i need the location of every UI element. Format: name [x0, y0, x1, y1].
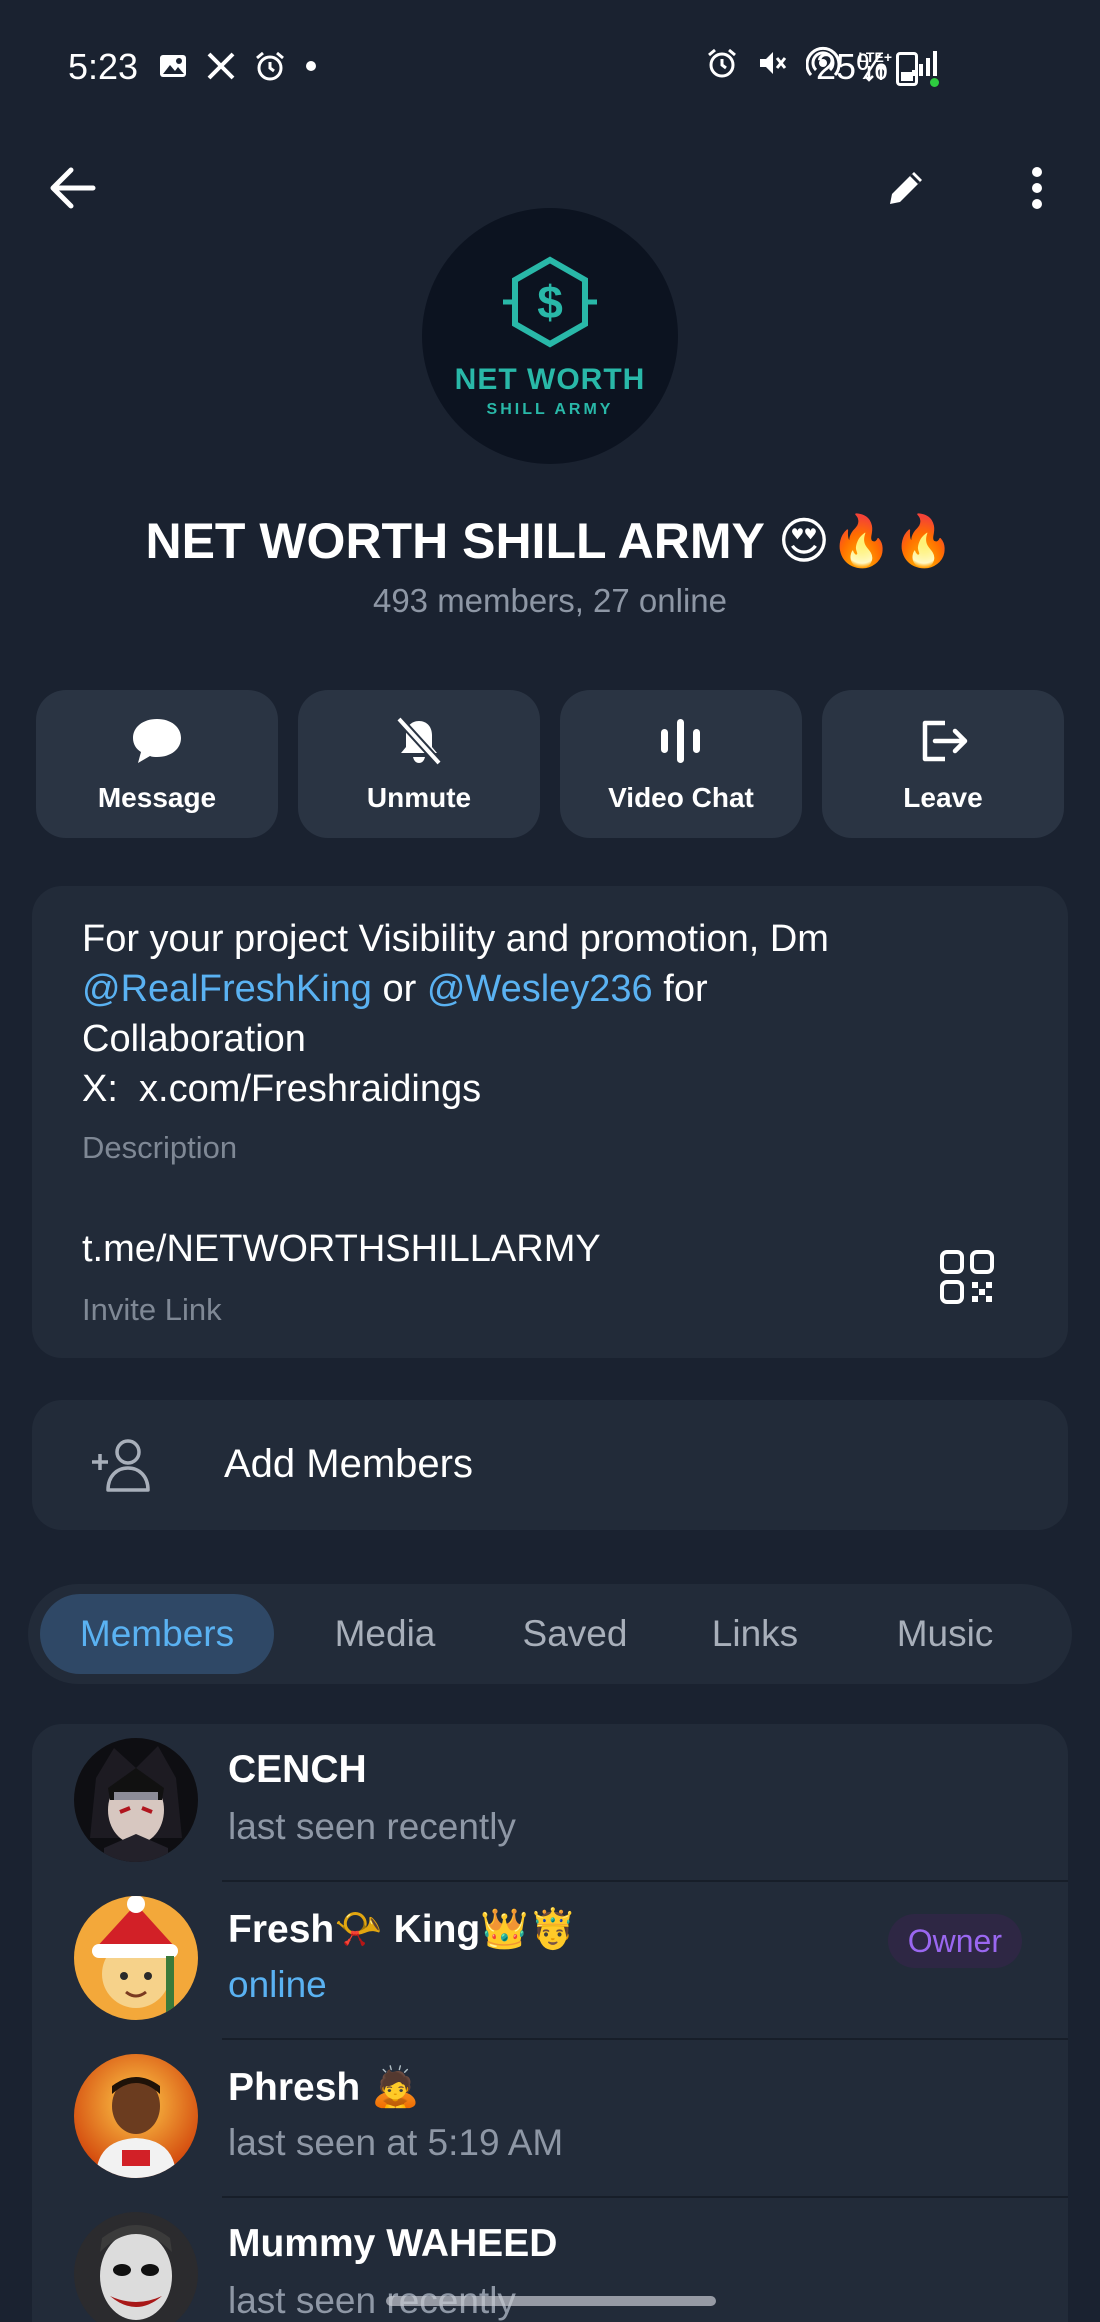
logout-icon	[915, 715, 971, 772]
add-members-button[interactable]: Add Members	[32, 1400, 1068, 1530]
tab-media[interactable]: Media	[300, 1594, 470, 1674]
add-user-icon	[88, 1436, 156, 1499]
avatar	[74, 2054, 198, 2178]
message-button[interactable]: Message	[36, 690, 278, 838]
group-description[interactable]: For your project Visibility and promotio…	[82, 914, 1042, 1114]
description-caption: Description	[82, 1130, 238, 1165]
chat-bubble-icon	[129, 715, 185, 772]
mention-wesley236[interactable]: @Wesley236	[427, 968, 653, 1010]
alarm-icon	[706, 47, 738, 84]
tab-links[interactable]: Links	[680, 1594, 830, 1674]
group-title: NET WORTH SHILL ARMY 😍🔥🔥	[145, 513, 955, 569]
unmute-label: Unmute	[366, 781, 472, 813]
description-line-1: For your project Visibility and promotio…	[82, 918, 829, 960]
member-status: last seen at 5:19 AM	[228, 2122, 564, 2163]
member-name: Fresh📯 King👑🤴	[228, 1908, 578, 1951]
description-line-3: Collaboration	[82, 1018, 306, 1060]
status-left-icons	[158, 50, 318, 87]
status-time: 5:23	[68, 46, 139, 87]
status-bar: 5:23 LTE+ 25%	[0, 0, 1100, 140]
more-vertical-icon	[1030, 166, 1044, 215]
member-row[interactable]: Fresh📯 King👑🤴 online Owner	[32, 1882, 1068, 2040]
add-members-label: Add Members	[224, 1442, 473, 1486]
member-name: Phresh 🙇	[228, 2066, 420, 2109]
battery-percent: 25%	[816, 46, 889, 87]
gallery-icon	[158, 51, 188, 86]
bell-off-icon	[393, 715, 445, 772]
message-label: Message	[97, 781, 217, 813]
home-indicator[interactable]	[386, 2296, 716, 2306]
avatar-subtitle: SHILL ARMY	[486, 400, 614, 418]
description-line-4: X: x.com/Freshraidings	[82, 1068, 482, 1110]
members-list: CENCH last seen recently Fresh📯 King👑🤴 o…	[32, 1724, 1068, 2322]
member-status: last seen recently	[228, 1806, 516, 1847]
qr-code-icon	[938, 1250, 996, 1310]
qr-code-button[interactable]	[938, 1248, 996, 1306]
avatar	[74, 1738, 198, 1862]
svg-text:$: $	[537, 276, 563, 328]
description-for: for	[652, 968, 708, 1010]
owner-badge: Owner	[887, 1914, 1022, 1968]
video-chat-button[interactable]: Video Chat	[560, 690, 802, 838]
invite-link-caption: Invite Link	[82, 1292, 222, 1327]
battery-icon	[896, 52, 918, 86]
leave-label: Leave	[903, 781, 983, 813]
member-status: online	[228, 1964, 327, 2005]
group-avatar[interactable]: $ NET WORTH SHILL ARMY	[422, 208, 678, 464]
edit-button[interactable]	[876, 160, 936, 220]
more-options-button[interactable]	[1010, 160, 1064, 220]
member-name: CENCH	[228, 1748, 367, 1791]
tab-members[interactable]: Members	[40, 1594, 274, 1674]
member-row[interactable]: Phresh 🙇 last seen at 5:19 AM	[32, 2040, 1068, 2198]
x-icon	[206, 51, 236, 86]
privacy-indicator-dot	[930, 78, 939, 87]
description-or: or	[371, 968, 427, 1010]
alarm-icon	[254, 50, 286, 87]
pencil-icon	[884, 166, 928, 215]
profile-tabs: Members Media Saved Links Music	[28, 1584, 1072, 1684]
mute-icon	[756, 47, 788, 84]
description-line-2: @RealFreshKing or @Wesley236 for	[82, 964, 1042, 1014]
video-chat-label: Video Chat	[608, 781, 754, 813]
tab-music[interactable]: Music	[860, 1594, 1030, 1674]
unmute-button[interactable]: Unmute	[298, 690, 540, 838]
invite-link[interactable]: t.me/NETWORTHSHILLARMY	[82, 1228, 601, 1271]
back-arrow-icon	[49, 166, 97, 215]
leave-button[interactable]: Leave	[822, 690, 1064, 838]
group-member-count: 493 members, 27 online	[372, 582, 728, 619]
back-button[interactable]	[38, 160, 108, 220]
avatar-title: NET WORTH	[454, 362, 646, 396]
voice-bars-icon	[657, 715, 705, 772]
dollar-hexagon-icon: $	[495, 254, 605, 359]
avatar	[74, 2212, 198, 2322]
avatar	[74, 1896, 198, 2020]
tab-saved[interactable]: Saved	[490, 1594, 660, 1674]
action-buttons: Message Unmute Video Chat Leave	[36, 690, 1064, 838]
dot-icon	[304, 59, 318, 78]
group-info-card: For your project Visibility and promotio…	[32, 886, 1068, 1358]
member-row[interactable]: CENCH last seen recently	[32, 1724, 1068, 1882]
member-name: Mummy WAHEED	[228, 2222, 558, 2265]
mention-realfreshking[interactable]: @RealFreshKing	[82, 968, 372, 1010]
